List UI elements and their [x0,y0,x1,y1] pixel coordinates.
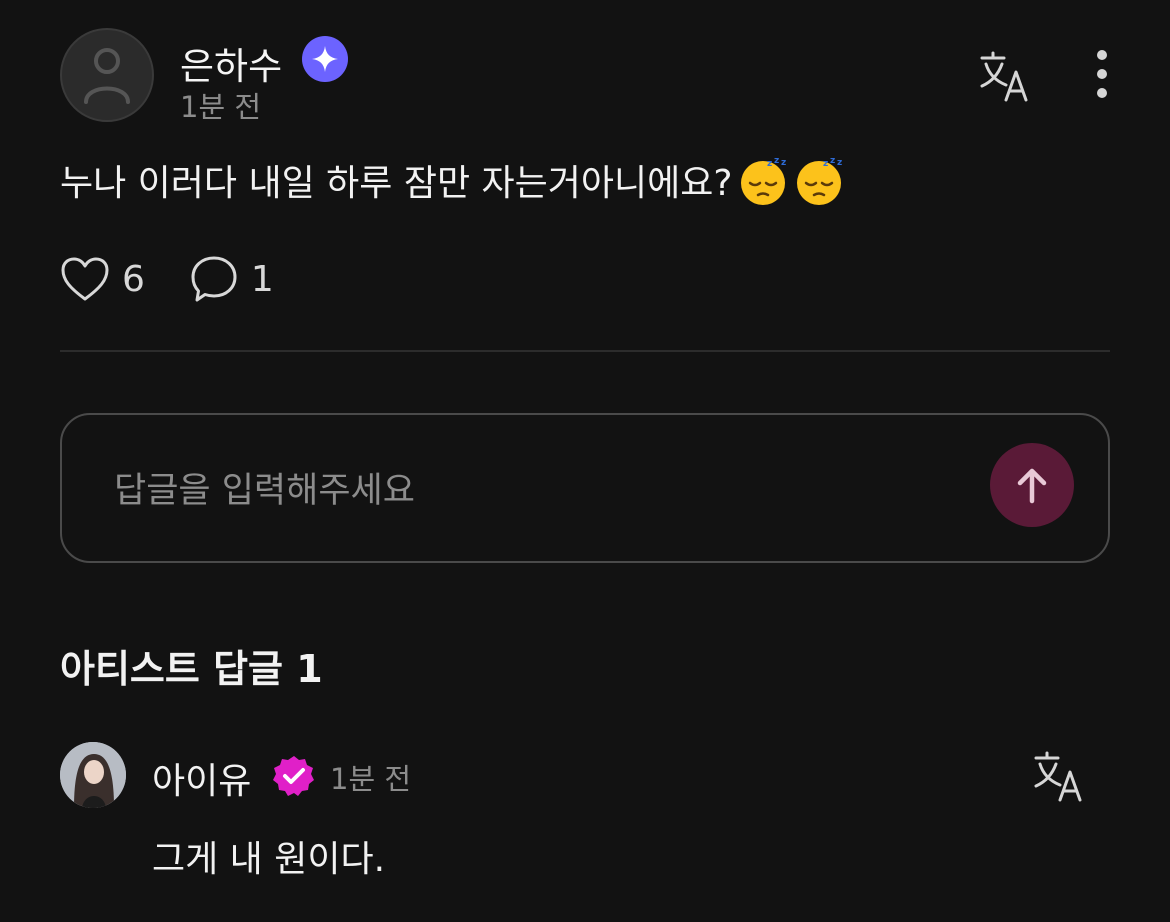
verified-badge-icon [272,754,316,798]
sparkle-badge-icon [302,36,348,82]
arrow-up-icon [1017,468,1047,504]
divider [60,350,1110,352]
post-header: 은하수 1분 전 [60,28,1110,128]
translate-icon [1034,751,1082,802]
comment-button[interactable]: 1 [189,255,274,303]
author-name[interactable]: 은하수 [180,36,282,90]
svg-text:z: z [823,159,828,169]
reactions-bar: 6 1 [60,254,318,304]
reply-input[interactable] [112,455,916,527]
heart-icon [61,257,109,301]
svg-text:z: z [767,159,772,169]
translate-button[interactable] [978,50,1032,104]
author-avatar[interactable] [60,28,154,122]
artist-photo-icon [60,742,126,808]
svg-text:z: z [781,158,786,168]
post-text: 누나 이러다 내일 하루 잠만 자는거아니에요? [60,163,733,204]
svg-text:z: z [830,156,835,166]
more-dot-icon [1097,69,1107,79]
more-options-button[interactable] [1094,50,1110,104]
comment-count: 1 [250,258,274,300]
svg-text:z: z [837,158,842,168]
more-dot-icon [1097,88,1107,98]
more-dot-icon [1097,50,1107,60]
reply-translate-button[interactable] [1032,750,1086,804]
reply-box [60,413,1110,563]
post-time: 1분 전 [180,90,262,124]
artist-name[interactable]: 아이유 [152,752,251,804]
send-button[interactable] [990,443,1074,527]
post-body: 누나 이러다 내일 하루 잠만 자는거아니에요? z z z z z z [60,154,845,207]
reply-text: 그게 내 원이다. [152,839,386,880]
comment-bubble-icon [191,256,237,302]
artist-replies-title: 아티스트 답글 1 [60,647,323,691]
svg-text:z: z [774,156,779,166]
sleeping-face-emoji-icon: z z z [740,156,786,205]
artist-reply: 아이유 1분 전 그게 내 원이다. [60,742,1110,892]
sleeping-face-emoji-icon: z z z [796,156,842,205]
default-user-icon [84,48,130,104]
like-button[interactable]: 6 [60,256,145,302]
artist-avatar[interactable] [60,742,126,808]
translate-icon [980,51,1028,102]
like-count: 6 [122,258,145,300]
reply-time: 1분 전 [330,762,412,796]
